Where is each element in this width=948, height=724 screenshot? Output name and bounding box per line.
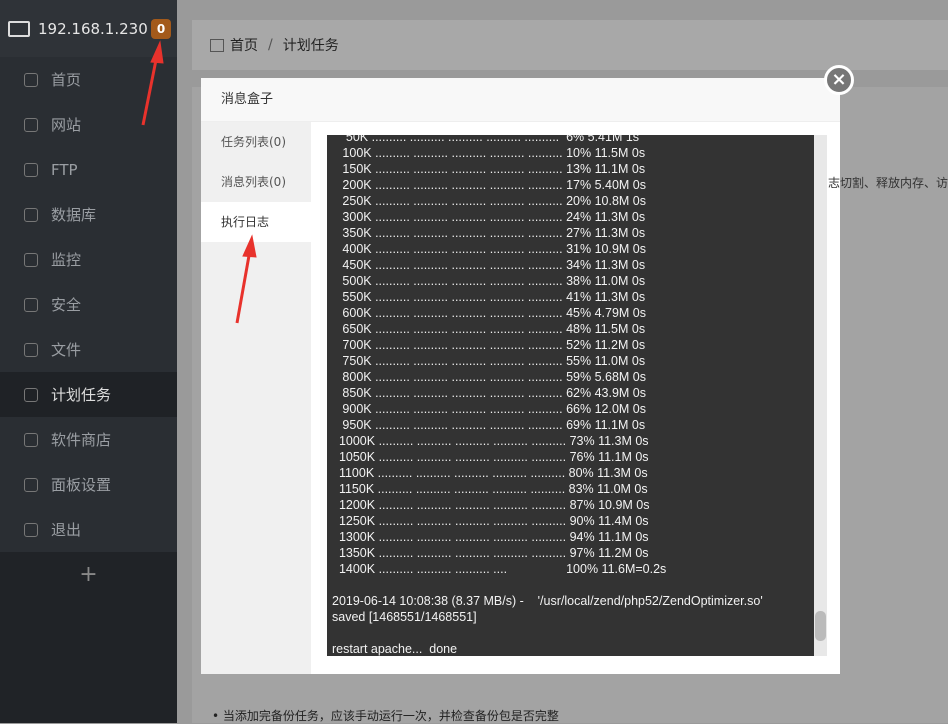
- red-arrowhead-tab: [242, 234, 257, 258]
- red-arrow-tab: [235, 249, 252, 324]
- annotation-arrows: [141, 40, 257, 324]
- red-arrow-badge: [141, 54, 159, 126]
- red-arrowhead-badge: [150, 40, 164, 64]
